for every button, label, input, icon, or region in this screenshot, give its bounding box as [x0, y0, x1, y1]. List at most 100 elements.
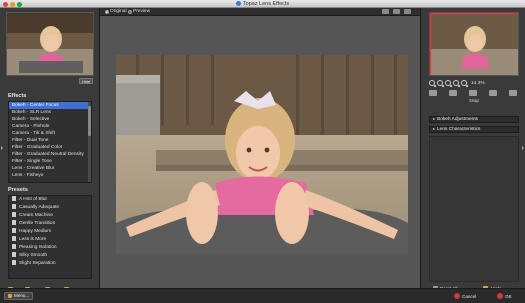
tab-original-label: Original: [110, 9, 127, 14]
section-bokeh-adjustments-label: Bokeh Adjustments: [437, 117, 479, 122]
effect-item[interactable]: Filter - Dual Tone: [9, 137, 91, 144]
preset-item-label: A Hint of Blur: [19, 197, 47, 202]
preset-item[interactable]: Casually Adequate: [9, 204, 91, 212]
navigator-preview-image: [430, 13, 518, 75]
preset-item-label: Cream Machine: [19, 213, 53, 218]
preset-document-icon: [12, 252, 16, 257]
preset-item[interactable]: Gentle Transition: [9, 220, 91, 228]
cancel-icon: [454, 293, 460, 299]
ok-button[interactable]: OK: [497, 292, 512, 300]
effect-item[interactable]: Filter - Graduated Neutral Density: [9, 151, 91, 158]
preset-item[interactable]: A Hint of Blur: [9, 196, 91, 204]
effect-item[interactable]: Camera - Pinhole: [9, 123, 91, 130]
preset-item[interactable]: Silky Smooth: [9, 252, 91, 260]
effect-item[interactable]: Lens - Fisheye: [9, 172, 91, 179]
snap-label: Snap: [469, 98, 479, 103]
preset-item-label: Slight Separation: [19, 261, 56, 266]
effect-item[interactable]: Filter - Graduated Color: [9, 144, 91, 151]
disclosure-triangle-icon: [433, 128, 435, 130]
menu-button[interactable]: Menu...: [4, 292, 34, 300]
effects-scroll-thumb[interactable]: [88, 106, 91, 136]
preset-item-label: Happy Medium: [19, 229, 52, 234]
preset-item[interactable]: Less is More: [9, 236, 91, 244]
collapse-left-arrow-icon[interactable]: [1, 146, 3, 150]
preset-document-icon: [12, 244, 16, 249]
effect-item[interactable]: Bokeh - Center Focus: [9, 102, 91, 109]
preset-item-label: Gentle Transition: [19, 221, 56, 226]
ok-icon: [497, 293, 503, 299]
preset-document-icon: [12, 212, 16, 217]
original-radio[interactable]: [105, 9, 109, 14]
effect-item[interactable]: Camera - Tilt & Shift: [9, 130, 91, 137]
preset-document-icon: [12, 204, 16, 209]
cancel-label: Cancel: [462, 293, 477, 299]
effects-scrollbar[interactable]: [88, 102, 91, 182]
left-panel: Hide Effects Bokeh - Center Focus Bokeh -…: [0, 8, 100, 292]
presets-heading: Presets: [8, 187, 28, 193]
zoom-toolbar: 14.3%: [429, 79, 519, 87]
menu-icon: [8, 294, 12, 298]
preview-image[interactable]: [116, 55, 408, 254]
zoom-out-icon[interactable]: [445, 80, 451, 86]
effect-item[interactable]: Bokeh - SLR Lens: [9, 109, 91, 116]
view-tab-bar: Original Preview: [100, 8, 420, 16]
preset-item-label: Less is More: [19, 237, 47, 242]
preset-item[interactable]: Slight Separation: [9, 260, 91, 268]
collapse-right-arrow-icon[interactable]: [522, 146, 524, 150]
preset-document-icon: [12, 260, 16, 265]
window-title-bar: Topaz Lens Effects: [0, 0, 525, 8]
effect-item[interactable]: Filter - Single Tone: [9, 158, 91, 165]
section-lens-characteristics[interactable]: Lens Characteristics: [429, 126, 519, 133]
zoom-level: 14.3%: [471, 80, 485, 86]
zoom-in-icon[interactable]: [437, 80, 443, 86]
cancel-button[interactable]: Cancel: [454, 292, 476, 300]
menu-label: Menu...: [14, 293, 30, 298]
history-icon[interactable]: [509, 90, 517, 96]
preset-item-label: Silky Smooth: [19, 253, 47, 258]
side-by-side-icon[interactable]: [404, 9, 411, 14]
preset-item[interactable]: Cream Machine: [9, 212, 91, 220]
undo-icon[interactable]: [429, 90, 437, 96]
section-lens-characteristics-label: Lens Characteristics: [437, 127, 481, 132]
tab-original[interactable]: Original: [105, 9, 127, 14]
disclosure-triangle-icon: [433, 118, 435, 120]
preset-item-label: Pleasing Isolation: [19, 245, 57, 250]
preview-photo: [116, 55, 408, 254]
adjustments-panel: [429, 136, 519, 282]
hide-navigator-button[interactable]: Hide: [79, 78, 93, 84]
effect-item[interactable]: Bokeh - Selective: [9, 116, 91, 123]
zoom-actual-icon[interactable]: [453, 80, 459, 86]
presets-list: A Hint of Blur Casually Adequate Cream Mac…: [8, 195, 92, 279]
effect-item[interactable]: Lens - Creative Blur: [9, 165, 91, 172]
effects-list: Bokeh - Center Focus Bokeh - SLR Lens Boke…: [8, 101, 92, 183]
ok-label: OK: [505, 293, 512, 299]
redo-icon[interactable]: [449, 90, 457, 96]
preset-item-label: Casually Adequate: [19, 205, 60, 210]
tab-preview[interactable]: Preview: [128, 9, 150, 14]
zoom-fit-icon[interactable]: [429, 80, 435, 86]
navigator-thumbnail[interactable]: [6, 12, 94, 76]
window-title-text: Topaz Lens Effects: [242, 1, 290, 7]
zoom-region-icon[interactable]: [461, 80, 467, 86]
single-view-icon[interactable]: [382, 9, 389, 14]
preview-radio[interactable]: [128, 9, 132, 14]
preset-document-icon: [12, 228, 16, 233]
app-icon: [235, 1, 241, 6]
navigator-thumbnail-image: [7, 13, 93, 75]
navigator-preview[interactable]: [429, 12, 519, 76]
preset-document-icon: [12, 220, 16, 225]
preset-item[interactable]: Happy Medium: [9, 228, 91, 236]
preset-document-icon: [12, 196, 16, 201]
preview-area: Original Preview: [100, 8, 420, 288]
preset-document-icon: [12, 236, 16, 241]
snapshot-toolbar: Snap: [429, 90, 519, 104]
compare-icon[interactable]: [489, 90, 497, 96]
section-bokeh-adjustments[interactable]: Bokeh Adjustments: [429, 116, 519, 123]
effects-heading: Effects: [8, 93, 27, 99]
split-view-icon[interactable]: [393, 9, 400, 14]
window-title: Topaz Lens Effects: [0, 1, 525, 7]
bottom-bar: Menu... Cancel OK: [0, 288, 525, 303]
snap-camera-icon[interactable]: [469, 90, 477, 96]
preset-item[interactable]: Pleasing Isolation: [9, 244, 91, 252]
right-panel: 14.3% Snap Bokeh Adjustments Lens Charac…: [420, 8, 525, 291]
